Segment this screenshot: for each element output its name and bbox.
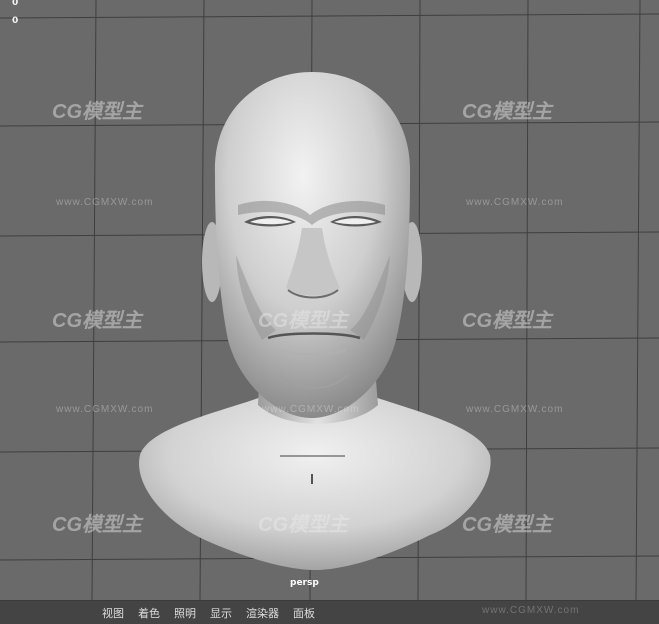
menu-lighting[interactable]: 照明 xyxy=(174,605,196,621)
watermark-logo: CG模型主 xyxy=(258,514,348,536)
menu-show[interactable]: 显示 xyxy=(210,605,232,621)
watermark-logo: CG模型主 xyxy=(52,310,142,332)
watermark-logo: CG模型主 xyxy=(52,514,142,536)
hud-value-second: 0 xyxy=(12,16,19,26)
menu-panels[interactable]: 面板 xyxy=(293,605,315,621)
watermark-url: www.CGMXW.com xyxy=(56,404,154,415)
watermark-url: www.CGMXW.com xyxy=(482,605,580,616)
watermark-logo: CG模型主 xyxy=(52,101,142,123)
menu-shading[interactable]: 着色 xyxy=(138,605,160,621)
watermark-logo: CG模型主 xyxy=(462,514,552,536)
watermark-url: www.CGMXW.com xyxy=(262,404,360,415)
watermark-logo: CG模型主 xyxy=(258,310,348,332)
watermark-url: www.CGMXW.com xyxy=(56,197,154,208)
watermark-logo: CG模型主 xyxy=(462,101,552,123)
watermark-url: www.CGMXW.com xyxy=(466,404,564,415)
menu-renderer[interactable]: 渲染器 xyxy=(246,605,279,621)
menu-view[interactable]: 视图 xyxy=(102,605,124,621)
maya-viewport[interactable]: CG模型主 CG模型主 CG模型主 CG模型主 CG模型主 CG模型主 CG模型… xyxy=(0,0,659,600)
hud-value-top: 0 xyxy=(12,0,19,8)
camera-name-label: persp xyxy=(290,578,319,588)
watermark-logo: CG模型主 xyxy=(462,310,552,332)
watermark-url: www.CGMXW.com xyxy=(466,197,564,208)
viewport-menubar: 视图 着色 照明 显示 渲染器 面板 www.CGMXW.com xyxy=(0,600,659,624)
